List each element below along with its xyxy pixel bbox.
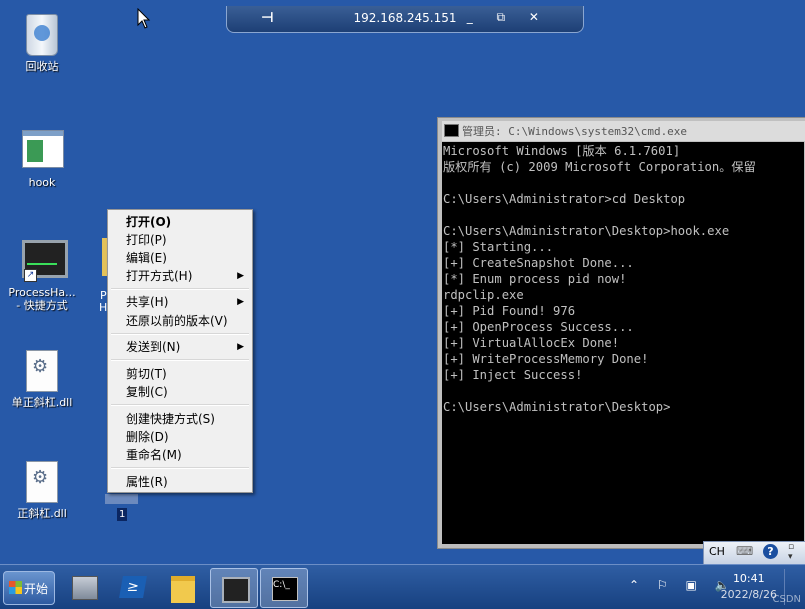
submenu-arrow-icon: ▶ <box>237 297 244 307</box>
menu-separator <box>111 359 249 361</box>
desktop-icon-label: ProcessHa... - 快捷方式 <box>8 286 76 312</box>
mouse-cursor-icon <box>137 8 151 29</box>
menu-separator <box>111 467 249 469</box>
menu-item-print[interactable]: 打印(P) <box>126 231 246 249</box>
keyboard-icon[interactable]: ⌨ <box>736 544 753 558</box>
menu-item-cut[interactable]: 剪切(T) <box>126 365 246 383</box>
dll-file-icon <box>26 350 58 392</box>
desktop-icon-label: 回收站 <box>25 60 59 73</box>
cmd-icon: C:\_ <box>272 577 298 601</box>
menu-item-copy[interactable]: 复制(C) <box>126 383 246 401</box>
rdp-window-buttons[interactable]: _ ⧉ ✕ <box>467 10 549 25</box>
desktop-icon-recycle-bin[interactable]: 回收站 <box>0 14 84 73</box>
desktop[interactable]: ⊣ 192.168.245.151 _ ⧉ ✕ 回收站 hook ↗ Proce… <box>0 0 805 609</box>
menu-separator <box>111 288 249 290</box>
server-manager-icon <box>72 576 98 600</box>
clock-date: 2022/8/26 <box>720 588 777 601</box>
recycle-bin-icon <box>26 14 58 56</box>
selected-file-icon[interactable] <box>105 494 138 504</box>
watermark: CSDN <box>772 594 801 605</box>
process-hacker-icon <box>222 577 250 603</box>
taskbar-process-hacker[interactable] <box>210 568 258 608</box>
console-area[interactable]: Microsoft Windows [版本 6.1.7601] 版权所有 (c)… <box>442 142 804 544</box>
language-indicator[interactable]: CH <box>709 545 725 558</box>
taskbar-explorer[interactable] <box>160 568 206 606</box>
menu-item-share[interactable]: 共享(H) ▶ <box>126 293 246 311</box>
menu-item-edit[interactable]: 编辑(E) <box>126 249 246 267</box>
desktop-icon-processhacker[interactable]: ↗ ProcessHa... - 快捷方式 <box>0 240 84 312</box>
help-icon[interactable]: ? <box>763 544 778 559</box>
taskbar-server-manager[interactable] <box>61 568 107 606</box>
desktop-icon-dll-2[interactable]: 正斜杠.dll <box>0 461 84 520</box>
cmd-icon <box>444 124 459 137</box>
desktop-icon-label: 单正斜杠.dll <box>11 396 73 409</box>
taskbar: 开始 ≥ C:\_ ⌃ ⚐ ▣ 🔈 10:41 2022/8/26 <box>0 564 805 609</box>
menu-separator <box>111 404 249 406</box>
clock[interactable]: 10:41 2022/8/26 <box>721 571 777 603</box>
menu-item-send-to[interactable]: 发送到(N) ▶ <box>126 338 246 356</box>
menu-item-delete[interactable]: 删除(D) <box>126 428 246 446</box>
cmd-window[interactable]: 管理员: C:\Windows\system32\cmd.exe Microso… <box>437 117 805 549</box>
menu-item-open-with[interactable]: 打开方式(H) ▶ <box>126 267 246 285</box>
language-bar[interactable]: CH ⌨ ? ▫ ▾ <box>703 541 805 565</box>
menu-separator <box>111 333 249 335</box>
menu-item-create-shortcut[interactable]: 创建快捷方式(S) <box>126 410 246 428</box>
desktop-icon-hook[interactable]: hook <box>0 130 84 189</box>
desktop-icon-label: 正斜杠.dll <box>17 507 67 520</box>
console-output: Microsoft Windows [版本 6.1.7601] 版权所有 (c)… <box>443 144 756 414</box>
powershell-icon: ≥ <box>119 576 147 598</box>
cmd-titlebar[interactable]: 管理员: C:\Windows\system32\cmd.exe <box>442 121 805 141</box>
cmd-title: 管理员: C:\Windows\system32\cmd.exe <box>462 125 688 138</box>
taskbar-powershell[interactable]: ≥ <box>110 568 156 606</box>
selected-file-label[interactable]: 1 <box>117 508 128 521</box>
folder-icon <box>171 576 195 603</box>
context-menu[interactable]: 打开(O) 打印(P) 编辑(E) 打开方式(H) ▶ 共享(H) ▶ 还原以前的版… <box>107 209 253 493</box>
menu-item-open[interactable]: 打开(O) <box>126 213 246 231</box>
dll-file-icon <box>26 461 58 503</box>
desktop-icon-label: hook <box>28 176 56 189</box>
start-button[interactable]: 开始 <box>3 571 55 605</box>
menu-item-rename[interactable]: 重命名(M) <box>126 446 246 464</box>
exe-window-icon <box>22 130 64 168</box>
desktop-icon-dll-1[interactable]: 单正斜杠.dll <box>0 350 84 409</box>
options-icon[interactable]: ▫ ▾ <box>788 542 794 562</box>
menu-item-restore-versions[interactable]: 还原以前的版本(V) <box>126 312 246 330</box>
shortcut-arrow-icon: ↗ <box>24 269 37 282</box>
taskbar-cmd[interactable]: C:\_ <box>260 568 308 608</box>
rdp-connection-bar[interactable]: ⊣ 192.168.245.151 _ ⧉ ✕ <box>226 6 584 33</box>
submenu-arrow-icon: ▶ <box>237 271 244 281</box>
menu-item-properties[interactable]: 属性(R) <box>126 473 246 491</box>
submenu-arrow-icon: ▶ <box>237 342 244 352</box>
windows-logo-icon <box>9 581 22 594</box>
clock-time: 10:41 <box>732 572 765 585</box>
